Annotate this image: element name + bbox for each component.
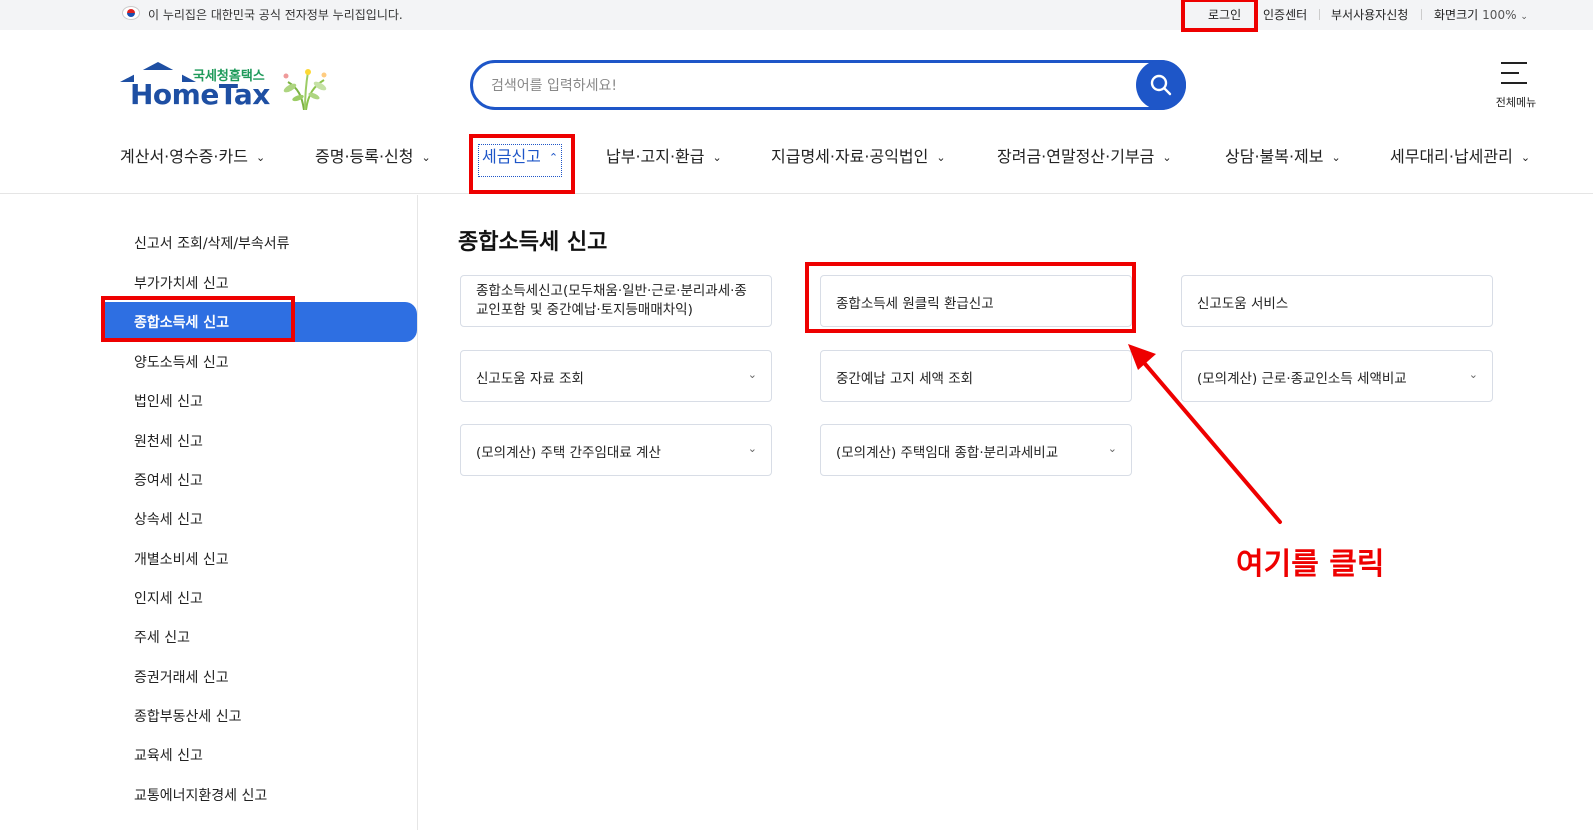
side-item-withholding[interactable]: 원천세 신고: [134, 431, 203, 451]
highlight-oneclick-refund: [805, 262, 1136, 333]
gnb-certificate-registration[interactable]: 증명·등록·신청 ⌄: [315, 143, 431, 167]
side-item-return-inquiry[interactable]: 신고서 조회/삭제/부속서류: [134, 233, 290, 253]
chevron-down-icon: ⌄: [421, 151, 431, 164]
hamburger-icon: [1501, 62, 1527, 92]
gnb-label: 계산서·영수증·카드: [120, 147, 248, 166]
side-item-inheritance-tax[interactable]: 상속세 신고: [134, 509, 203, 529]
side-item-corporate-tax[interactable]: 법인세 신고: [134, 391, 203, 411]
cert-center-link[interactable]: 인증센터: [1263, 6, 1307, 23]
side-item-gift-tax[interactable]: 증여세 신고: [134, 470, 203, 490]
gnb-incentive-year-end[interactable]: 장려금·연말정산·기부금 ⌄: [997, 143, 1172, 167]
chevron-down-icon: ⌄: [1162, 151, 1172, 164]
search-icon: [1150, 74, 1172, 96]
gnb-label: 지급명세·자료·공익법인: [771, 147, 929, 166]
card-label: (모의계산) 주택 간주임대료 계산: [476, 445, 661, 461]
chevron-down-icon: ⌄: [1468, 368, 1478, 381]
search-input[interactable]: [491, 75, 1131, 97]
highlight-tax-filing-menu: [469, 134, 575, 194]
card-filing-help-service[interactable]: 신고도움 서비스: [1181, 275, 1493, 327]
gnb-payment-statement[interactable]: 지급명세·자료·공익법인 ⌄: [771, 143, 946, 167]
gnb-tax-agent[interactable]: 세무대리·납세관리 ⌄: [1390, 143, 1530, 167]
annotation-note: 여기를 클릭: [1236, 547, 1385, 582]
gnb-label: 장려금·연말정산·기부금: [997, 147, 1155, 166]
card-sim-deemed-rent[interactable]: (모의계산) 주택 간주임대료 계산 ⌄: [460, 424, 772, 476]
gnb-invoice-receipt-card[interactable]: 계산서·영수증·카드 ⌄: [120, 143, 265, 167]
highlight-login: [1181, 0, 1258, 32]
divider: [1421, 9, 1422, 20]
card-income-tax-filing[interactable]: 종합소득세신고(모두채움·일반·근로·분리과세·종교인포함 및 중간예납·토지등…: [460, 275, 772, 327]
all-menu-label: 전체메뉴: [1495, 96, 1537, 109]
side-navigation: 신고서 조회/삭제/부속서류 부가가치세 신고 종합소득세 신고 양도소득세 신…: [0, 195, 418, 830]
logo-title: HomeTax: [130, 78, 270, 111]
highlight-income-tax-item: [101, 296, 295, 342]
korea-flag-icon: [122, 6, 140, 20]
card-label: 종합소득세신고(모두채움·일반·근로·분리과세·종교인포함 및 중간예납·토지등…: [476, 283, 747, 318]
gov-notice: 이 누리집은 대한민국 공식 전자정부 누리집입니다.: [148, 8, 403, 22]
chevron-down-icon: ⌄: [1520, 12, 1528, 22]
side-item-education-tax[interactable]: 교육세 신고: [134, 745, 203, 765]
card-label: (모의계산) 주택임대 종합·분리과세비교: [836, 445, 1059, 461]
plant-illustration-icon: [283, 69, 327, 110]
side-item-vat[interactable]: 부가가치세 신고: [134, 273, 229, 293]
utility-bar: 이 누리집은 대한민국 공식 전자정부 누리집입니다. 로그인 인증센터 부서사…: [0, 0, 1593, 30]
side-item-securities-tax[interactable]: 증권거래세 신고: [134, 667, 229, 687]
chevron-down-icon: ⌄: [712, 151, 722, 164]
gnb-consult-appeal[interactable]: 상담·불복·제보 ⌄: [1225, 143, 1341, 167]
search-button[interactable]: [1136, 60, 1186, 110]
chevron-down-icon: ⌄: [936, 151, 946, 164]
dept-user-link[interactable]: 부서사용자신청: [1331, 6, 1408, 23]
card-label: 신고도움 서비스: [1197, 296, 1289, 312]
divider: [1319, 9, 1320, 20]
chevron-down-icon: ⌄: [1331, 151, 1341, 164]
side-item-stamp-tax[interactable]: 인지세 신고: [134, 588, 203, 608]
gnb-label: 증명·등록·신청: [315, 147, 414, 166]
chevron-down-icon: ⌄: [255, 151, 266, 164]
gnb-payment-refund[interactable]: 납부·고지·환급 ⌄: [606, 143, 722, 167]
card-sim-rental-compare[interactable]: (모의계산) 주택임대 종합·분리과세비교 ⌄: [820, 424, 1132, 476]
card-label: 신고도움 자료 조회: [476, 371, 584, 387]
side-item-transport-energy-tax[interactable]: 교통에너지환경세 신고: [134, 785, 267, 805]
gnb-label: 납부·고지·환급: [606, 147, 705, 166]
gnb-label: 세무대리·납세관리: [1390, 147, 1513, 166]
card-filing-help-data[interactable]: 신고도움 자료 조회 ⌄: [460, 350, 772, 402]
main-navigation: 계산서·영수증·카드 ⌄ 증명·등록·신청 ⌄ 세금신고 ⌃ 납부·고지·환급 ⌄ 지급…: [0, 138, 1593, 194]
side-item-capital-gains[interactable]: 양도소득세 신고: [134, 352, 229, 372]
page-title: 종합소득세 신고: [458, 230, 608, 255]
chevron-down-icon: ⌄: [1107, 442, 1117, 455]
card-interim-prepayment[interactable]: 중간예납 고지 세액 조회: [820, 350, 1132, 402]
zoom-control[interactable]: 화면크기 100% ⌄: [1434, 6, 1528, 23]
chevron-down-icon: ⌄: [1520, 151, 1531, 164]
hometax-logo[interactable]: 국세청홈택스 HomeTax: [120, 60, 340, 115]
zoom-label: 화면크기: [1434, 8, 1479, 22]
side-item-property-tax[interactable]: 종합부동산세 신고: [134, 706, 242, 726]
gnb-label: 상담·불복·제보: [1225, 147, 1324, 166]
card-label: 중간예납 고지 세액 조회: [836, 371, 974, 387]
annotation-arrow-icon: [1128, 344, 1282, 524]
side-item-liquor-tax[interactable]: 주세 신고: [134, 627, 190, 647]
chevron-down-icon: ⌄: [747, 368, 757, 381]
zoom-value: 100%: [1482, 8, 1517, 22]
chevron-down-icon: ⌄: [747, 442, 757, 455]
side-item-excise-tax[interactable]: 개별소비세 신고: [134, 549, 229, 569]
search-box: [470, 60, 1186, 110]
all-menu-button[interactable]: 전체메뉴: [1486, 60, 1546, 110]
